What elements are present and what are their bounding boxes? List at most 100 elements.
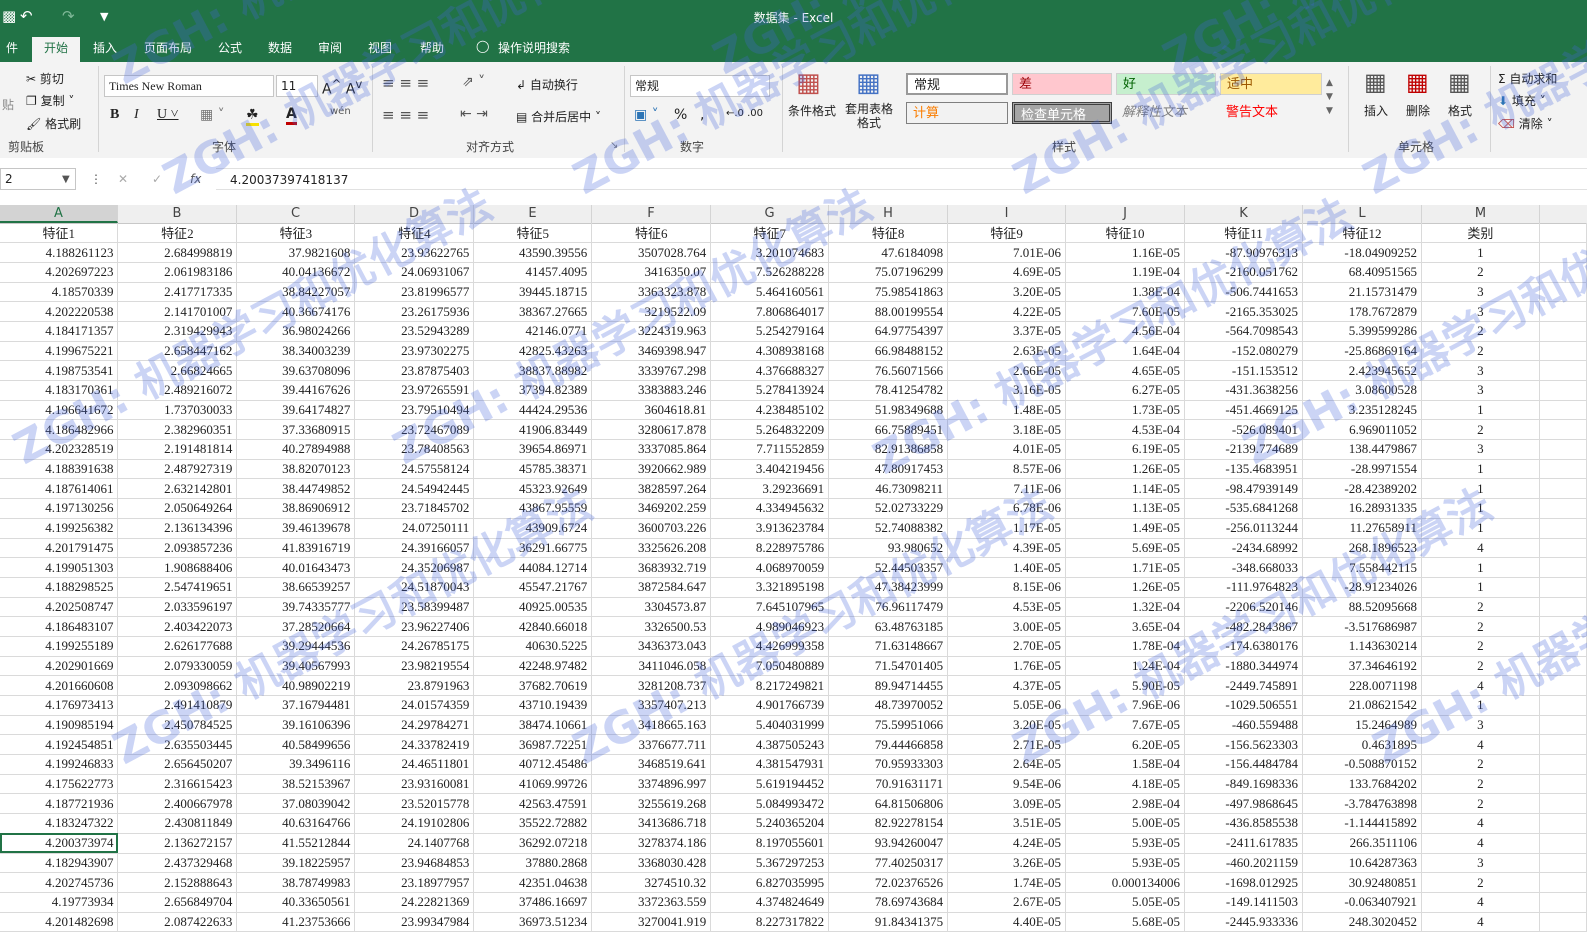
table-cell[interactable]: -436.8585538 bbox=[1184, 813, 1303, 834]
table-cell[interactable]: 4.068970059 bbox=[710, 557, 830, 578]
table-cell[interactable]: 75.98541863 bbox=[828, 282, 949, 303]
table-cell[interactable]: 23.93622765 bbox=[354, 242, 475, 263]
header-cell[interactable]: 特征2 bbox=[117, 223, 238, 244]
table-cell[interactable]: 37.34646192 bbox=[1302, 656, 1422, 677]
column-header-h[interactable]: H bbox=[829, 205, 948, 223]
table-cell[interactable]: 36987.72251 bbox=[473, 734, 593, 756]
table-cell[interactable]: 1.16E-05 bbox=[1065, 242, 1186, 263]
table-cell[interactable]: 76.56071566 bbox=[828, 360, 949, 381]
table-cell[interactable]: 7.11E-06 bbox=[947, 478, 1067, 500]
table-cell[interactable]: 23.96227406 bbox=[354, 616, 475, 637]
table-cell[interactable]: 24.26785175 bbox=[354, 636, 475, 657]
table-cell[interactable]: -2411.617835 bbox=[1184, 833, 1303, 854]
table-cell[interactable]: 5.404031999 bbox=[710, 715, 830, 736]
table-cell[interactable]: 1.71E-05 bbox=[1065, 557, 1186, 578]
table-cell[interactable]: 7.96E-06 bbox=[1065, 695, 1186, 716]
table-cell[interactable]: 5.254279164 bbox=[710, 321, 830, 342]
header-cell[interactable]: 特征11 bbox=[1184, 223, 1303, 244]
table-cell[interactable]: 1.737030033 bbox=[117, 400, 238, 421]
table-cell[interactable]: 4.201660608 bbox=[0, 675, 119, 696]
table-cell[interactable]: -526.089401 bbox=[1184, 419, 1303, 441]
column-header-g[interactable]: G bbox=[711, 205, 829, 223]
table-cell[interactable]: 4.53E-05 bbox=[947, 597, 1067, 618]
table-cell[interactable]: 2.050649264 bbox=[117, 498, 238, 519]
percent-style-icon[interactable]: % bbox=[674, 107, 687, 123]
conditional-format-button[interactable]: 条件格式 bbox=[788, 102, 836, 119]
table-cell[interactable]: 4.188261123 bbox=[0, 242, 119, 263]
table-cell[interactable]: 38474.10661 bbox=[473, 715, 593, 736]
table-cell[interactable]: 24.57558124 bbox=[354, 459, 475, 480]
format-cells-button[interactable]: 格式 bbox=[1448, 102, 1472, 119]
style-good[interactable]: 好 bbox=[1116, 73, 1216, 95]
table-cell[interactable]: 23.72467089 bbox=[354, 419, 475, 441]
table-cell[interactable]: 3469202.259 bbox=[591, 498, 712, 519]
table-cell[interactable]: 1.13E-05 bbox=[1065, 498, 1186, 519]
table-cell[interactable]: 37.28520664 bbox=[236, 616, 356, 637]
table-cell[interactable]: -2434.68992 bbox=[1184, 538, 1303, 559]
table-cell[interactable]: 40630.5225 bbox=[473, 636, 593, 657]
table-cell[interactable]: 24.1407768 bbox=[354, 833, 475, 854]
table-cell[interactable]: 2.66E-05 bbox=[947, 360, 1067, 381]
table-cell[interactable]: 4.18570339 bbox=[0, 282, 119, 303]
tab-file[interactable]: 件 bbox=[0, 39, 24, 56]
table-cell[interactable]: -2160.051762 bbox=[1184, 262, 1303, 283]
table-cell[interactable]: 82.91386858 bbox=[828, 439, 949, 460]
style-explanatory[interactable]: 解释性文本 bbox=[1116, 102, 1216, 124]
column-header-a[interactable]: A bbox=[0, 205, 118, 223]
table-cell[interactable]: 4.69E-05 bbox=[947, 262, 1067, 283]
column-header-c[interactable]: C bbox=[237, 205, 355, 223]
header-cell[interactable]: 特征6 bbox=[591, 223, 712, 244]
table-cell[interactable]: 1.48E-05 bbox=[947, 400, 1067, 421]
table-cell[interactable]: -849.1698336 bbox=[1184, 774, 1303, 795]
table-cell[interactable]: -431.3638256 bbox=[1184, 380, 1303, 401]
table-cell[interactable]: 23.18977957 bbox=[354, 872, 475, 893]
table-cell[interactable]: 42825.43263 bbox=[473, 341, 593, 362]
table-cell[interactable]: 75.59951066 bbox=[828, 715, 949, 736]
table-cell[interactable]: 24.39166057 bbox=[354, 538, 475, 559]
table-cell[interactable]: 4.40E-05 bbox=[947, 912, 1067, 933]
table-cell[interactable]: 3 bbox=[1421, 282, 1540, 303]
table-cell[interactable]: 24.46511801 bbox=[354, 754, 475, 775]
table-cell[interactable]: 77.40250317 bbox=[828, 853, 949, 874]
table-cell[interactable]: 3.235128245 bbox=[1302, 400, 1422, 421]
table-cell[interactable]: 23.97302275 bbox=[354, 341, 475, 362]
table-cell[interactable]: 5.399599286 bbox=[1302, 321, 1422, 342]
table-cell[interactable] bbox=[1539, 734, 1587, 756]
indent-icon[interactable]: ⇤ ⇥ bbox=[460, 106, 488, 122]
table-cell[interactable]: 4.39E-05 bbox=[947, 538, 1067, 559]
table-cell[interactable]: 42351.04638 bbox=[473, 872, 593, 893]
table-cell[interactable]: 3219522.09 bbox=[591, 301, 712, 322]
table-cell[interactable]: 38837.88982 bbox=[473, 360, 593, 381]
table-cell[interactable]: 4 bbox=[1421, 675, 1540, 696]
table-cell[interactable]: 45547.21767 bbox=[473, 577, 593, 598]
table-cell[interactable] bbox=[1539, 341, 1587, 362]
autosum-button[interactable]: Σ 自动求和 bbox=[1498, 70, 1557, 87]
table-cell[interactable]: 4.01E-05 bbox=[947, 439, 1067, 460]
table-cell[interactable]: 4.202328519 bbox=[0, 439, 119, 460]
table-cell[interactable]: 3416350.07 bbox=[591, 262, 712, 283]
table-cell[interactable]: 24.06931067 bbox=[354, 262, 475, 283]
table-cell[interactable]: 93.94260047 bbox=[828, 833, 949, 854]
table-cell[interactable]: 4.176973413 bbox=[0, 695, 119, 716]
header-cell[interactable]: 特征12 bbox=[1302, 223, 1422, 244]
cut-button[interactable]: ✂ 剪切 bbox=[26, 70, 64, 87]
table-cell[interactable] bbox=[1539, 892, 1587, 913]
table-cell[interactable]: 24.54942445 bbox=[354, 478, 475, 500]
table-cell[interactable]: 5.69E-05 bbox=[1065, 538, 1186, 559]
table-cell[interactable]: 4.199256382 bbox=[0, 518, 119, 539]
table-cell[interactable] bbox=[1539, 853, 1587, 874]
table-cell[interactable]: 2.417717335 bbox=[117, 282, 238, 303]
table-cell[interactable]: 3436373.043 bbox=[591, 636, 712, 657]
table-cell[interactable] bbox=[1539, 459, 1587, 480]
table-cell[interactable]: 78.41254782 bbox=[828, 380, 949, 401]
table-cell[interactable]: 3.65E-04 bbox=[1065, 616, 1186, 637]
table-cell[interactable]: 3 bbox=[1421, 715, 1540, 736]
table-cell[interactable]: 3363323.878 bbox=[591, 282, 712, 303]
table-cell[interactable]: 5.00E-05 bbox=[1065, 813, 1186, 834]
table-cell[interactable] bbox=[1539, 301, 1587, 322]
table-cell[interactable] bbox=[1539, 675, 1587, 696]
table-cell[interactable]: 39.29444536 bbox=[236, 636, 356, 657]
table-cell[interactable]: 3.20E-05 bbox=[947, 282, 1067, 303]
table-cell[interactable]: 2.093857236 bbox=[117, 538, 238, 559]
table-cell[interactable]: 2.656450207 bbox=[117, 754, 238, 775]
